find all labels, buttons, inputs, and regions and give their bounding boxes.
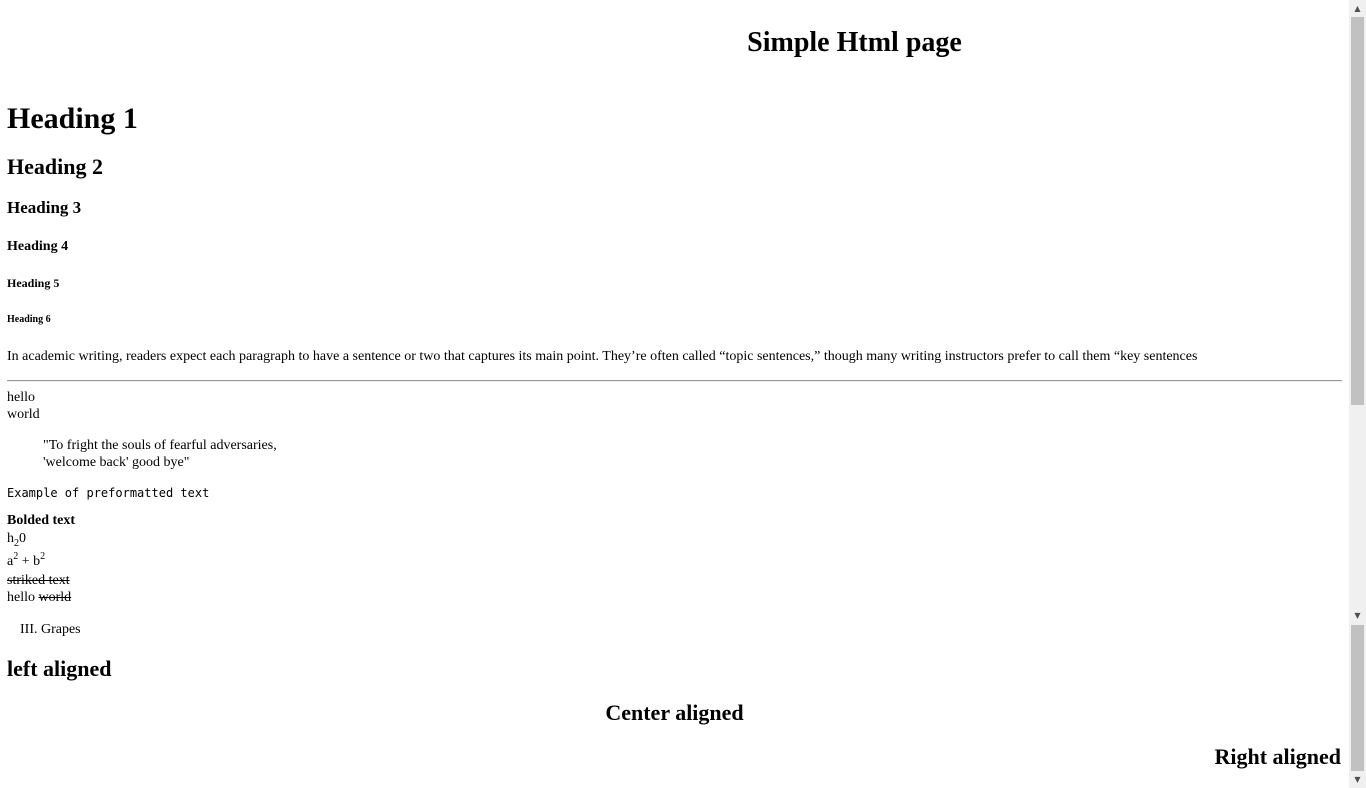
page-title: Simple Html page bbox=[747, 27, 962, 58]
heading-5: Heading 5 bbox=[7, 276, 60, 290]
page-content: Simple Html page Heading 1 Heading 2 Hea… bbox=[0, 0, 1349, 788]
subscript-value: 2 bbox=[14, 538, 19, 549]
scroll-up-icon[interactable]: ▲ bbox=[1349, 0, 1366, 17]
line-hello: hello bbox=[7, 390, 35, 405]
right-aligned-heading: Right aligned bbox=[1214, 744, 1341, 769]
subscript-base: h bbox=[7, 531, 14, 546]
blockquote-line-1: "To fright the souls of fearful adversar… bbox=[43, 438, 277, 453]
scroll-down-icon[interactable]: ▼ bbox=[1349, 771, 1366, 788]
superscript-line: a2 + b2 bbox=[7, 551, 46, 571]
left-aligned-heading: left aligned bbox=[7, 656, 112, 681]
vertical-scrollbar[interactable]: ▲ ▼ ▼ bbox=[1349, 0, 1366, 788]
mixed-strike-line: hello world bbox=[7, 589, 71, 606]
superscript-b-exponent: 2 bbox=[40, 551, 46, 562]
paragraph: In academic writing, readers expect each… bbox=[7, 349, 1198, 364]
line-world: world bbox=[7, 407, 40, 422]
heading-3: Heading 3 bbox=[7, 198, 82, 217]
blockquote-line-2: 'welcome back' good bye" bbox=[43, 455, 190, 470]
heading-4: Heading 4 bbox=[7, 239, 69, 254]
preformatted-text: Example of preformatted text bbox=[7, 486, 210, 500]
heading-1: Heading 1 bbox=[7, 102, 138, 135]
scroll-down-arrow-icon[interactable]: ▼ bbox=[1349, 607, 1366, 624]
mixed-plain: hello bbox=[7, 590, 39, 605]
superscript-a-exponent: 2 bbox=[13, 551, 19, 562]
subscript-tail: 0 bbox=[19, 531, 26, 546]
mixed-striked: world bbox=[38, 590, 72, 605]
striked-text: striked text bbox=[7, 573, 70, 588]
subscript-line: h20 bbox=[7, 530, 26, 549]
heading-6: Heading 6 bbox=[7, 314, 51, 325]
heading-2: Heading 2 bbox=[7, 154, 103, 179]
list-item: III. Grapes bbox=[20, 622, 81, 637]
superscript-plus: + b bbox=[18, 554, 41, 569]
scrollbar-thumb-lower[interactable] bbox=[1351, 625, 1364, 771]
scrollbar-thumb[interactable] bbox=[1351, 17, 1364, 405]
bold-text: Bolded text bbox=[7, 513, 76, 528]
center-aligned-heading: Center aligned bbox=[605, 700, 744, 725]
horizontal-rule bbox=[7, 380, 1342, 382]
